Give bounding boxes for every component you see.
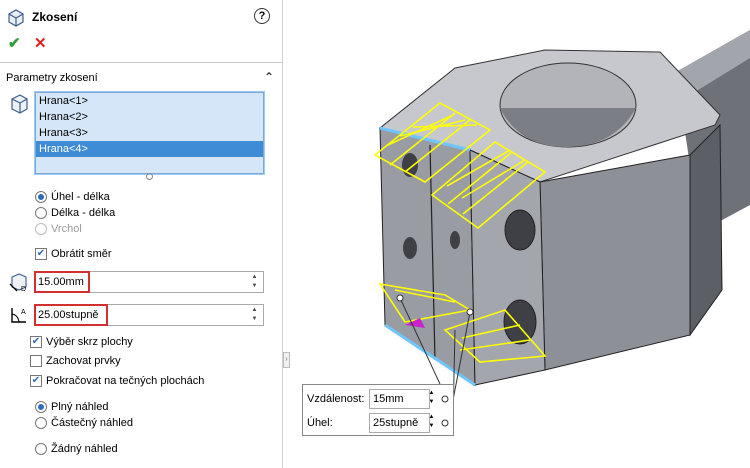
leader-anchor[interactable] (396, 294, 404, 302)
select-through-faces-checkbox[interactable]: ✔ Výběr skrz plochy (30, 336, 133, 348)
callout-angle-stepper[interactable]: ▲ ▼ (427, 413, 436, 431)
checkbox-label: Obrátit směr (51, 248, 112, 260)
list-item[interactable]: Hrana<1> (36, 93, 263, 109)
callout-distance-label: Vzdálenost: (307, 393, 365, 405)
feature-title: Zkosení (32, 10, 78, 24)
radio-partial-preview[interactable]: Částečný náhled (35, 417, 133, 429)
callout-handles (441, 395, 449, 427)
checkbox-icon[interactable] (30, 355, 42, 367)
checkbox-label: Pokračovat na tečných plochách (46, 375, 205, 387)
distance-icon: D (9, 273, 27, 293)
list-item[interactable]: Hrana<2> (36, 109, 263, 125)
radio-label: Délka - délka (51, 207, 116, 219)
callout-distance-input[interactable]: 15mm (369, 389, 430, 409)
radio-label: Plný náhled (51, 401, 109, 413)
distance-stepper[interactable]: ▲ ▼ (249, 273, 260, 291)
radio-label: Částečný náhled (51, 417, 133, 429)
list-item[interactable]: Hrana<3> (36, 125, 263, 141)
dimension-callout: Vzdálenost: 15mm ▲ ▼ Úhel: 25stupně ▲ ▼ (302, 384, 454, 436)
radio-full-preview[interactable]: Plný náhled (35, 401, 109, 413)
leader-anchor[interactable] (466, 308, 474, 316)
distance-input[interactable]: 15.00mm (34, 271, 90, 293)
edge-selection-list[interactable]: Hrana<1> Hrana<2> Hrana<3> Hrana<4> (35, 92, 264, 174)
hole (503, 299, 537, 345)
radio-label: Vrchol (51, 223, 82, 235)
radio-label: Žádný náhled (51, 443, 118, 455)
radio-no-preview[interactable]: Žádný náhled (35, 443, 118, 455)
list-item-selected[interactable]: Hrana<4> (36, 141, 263, 157)
radio-icon[interactable] (35, 443, 47, 455)
callout-angle-label: Úhel: (307, 417, 333, 429)
callout-distance-stepper[interactable]: ▲ ▼ (427, 389, 436, 407)
checkbox-label: Výběr skrz plochy (46, 336, 133, 348)
radio-icon[interactable] (35, 207, 47, 219)
ok-button[interactable]: ✔ (8, 34, 21, 52)
radio-angle-distance[interactable]: Úhel - délka (35, 191, 110, 203)
front-left-face (379, 127, 476, 386)
hole (450, 231, 460, 249)
right-face (689, 123, 723, 337)
callout-angle-input[interactable]: 25stupně (369, 413, 430, 433)
checkbox-checked-icon[interactable]: ✔ (35, 248, 47, 260)
list-resize-handle[interactable] (146, 173, 153, 180)
chevron-up-icon[interactable]: ⌃ (264, 70, 274, 84)
radio-icon[interactable] (35, 191, 47, 203)
radio-icon[interactable] (35, 401, 47, 413)
svg-text:D: D (21, 286, 26, 293)
edge-selection-icon (11, 94, 28, 114)
angle-input[interactable]: 25.00stupně (34, 304, 108, 326)
help-icon[interactable]: ? (254, 8, 270, 24)
flip-direction-checkbox[interactable]: ✔ Obrátit směr (35, 248, 112, 260)
checkbox-checked-icon[interactable]: ✔ (30, 336, 42, 348)
angle-stepper[interactable]: ▲ ▼ (249, 306, 260, 324)
angle-icon: A (11, 308, 26, 323)
radio-icon (35, 223, 47, 235)
cancel-button[interactable]: ✕ (34, 34, 47, 52)
radio-icon[interactable] (35, 417, 47, 429)
divider (0, 62, 282, 63)
checkbox-checked-icon[interactable]: ✔ (30, 375, 42, 387)
property-manager: Zkosení ? ✔ ✕ Parametry zkosení ⌃ Hrana<… (0, 0, 282, 468)
svg-text:A: A (21, 309, 26, 316)
collapse-handle[interactable]: › (283, 352, 290, 368)
hole (403, 237, 417, 259)
front-center-face (469, 149, 546, 386)
feature-header: Zkosení (6, 6, 77, 28)
checkbox-label: Zachovat prvky (46, 355, 121, 367)
radio-distance-distance[interactable]: Délka - délka (35, 207, 115, 219)
front-right-face (539, 154, 691, 371)
chamfer-feature-icon (8, 9, 24, 27)
hole (504, 209, 536, 251)
radio-label: Úhel - délka (51, 191, 110, 203)
keep-features-checkbox[interactable]: Zachovat prvky (30, 355, 121, 367)
tangent-propagation-checkbox[interactable]: ✔ Pokračovat na tečných plochách (30, 375, 204, 387)
parameters-group-header[interactable]: Parametry zkosení ⌃ (6, 70, 276, 86)
group-title: Parametry zkosení (6, 72, 98, 84)
radio-vertex: Vrchol (35, 223, 82, 235)
panel-splitter[interactable] (282, 0, 283, 468)
